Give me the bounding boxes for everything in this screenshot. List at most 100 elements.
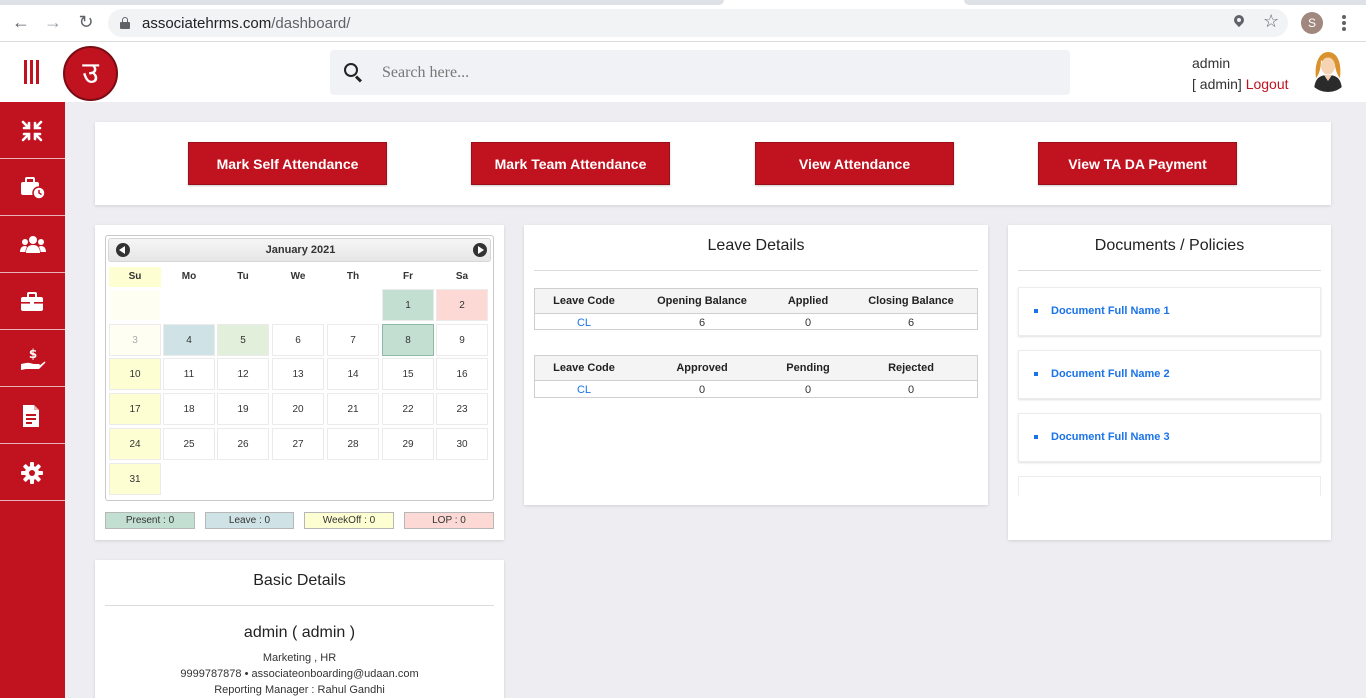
calendar-day[interactable]: 18 <box>163 393 215 425</box>
calendar-day[interactable]: 12 <box>217 358 269 390</box>
weekday-label: Fr <box>403 271 413 282</box>
document-link[interactable]: Document Full Name 3 <box>1051 431 1170 443</box>
calendar-day[interactable]: 1 <box>382 289 434 321</box>
calendar-day[interactable]: 15 <box>382 358 434 390</box>
browser-profile-avatar[interactable]: S <box>1301 12 1323 34</box>
location-pin-icon[interactable] <box>1231 12 1247 32</box>
document-link[interactable]: Document Full Name 1 <box>1051 305 1170 317</box>
sidebar-item-payroll[interactable]: $ <box>0 330 65 387</box>
calendar-day[interactable]: 22 <box>382 393 434 425</box>
mark-team-attendance-button[interactable]: Mark Team Attendance <box>471 142 670 185</box>
url-text[interactable]: associatehrms.com/dashboard/ <box>142 15 350 32</box>
reload-icon[interactable]: ↻ <box>76 12 96 32</box>
browser-menu-icon[interactable] <box>1337 14 1351 32</box>
calendar-day[interactable]: 16 <box>436 358 488 390</box>
back-arrow-icon[interactable]: ← <box>11 12 31 32</box>
calendar-day[interactable]: 19 <box>217 393 269 425</box>
calendar-day[interactable]: 25 <box>163 428 215 460</box>
calendar-day[interactable]: 4 <box>163 324 215 356</box>
sidebar-item-settings[interactable] <box>0 444 65 501</box>
leave-code-link[interactable]: CL <box>535 384 633 396</box>
calendar-day[interactable]: 26 <box>217 428 269 460</box>
leave-code-link[interactable]: CL <box>535 317 633 329</box>
calendar-day[interactable]: 17 <box>109 393 161 425</box>
basic-details-title: Basic Details <box>253 572 346 589</box>
calendar-day[interactable]: 27 <box>272 428 324 460</box>
sidebar-item-documents[interactable] <box>0 387 65 444</box>
mark-self-attendance-button[interactable]: Mark Self Attendance <box>188 142 387 185</box>
search-icon[interactable] <box>344 63 364 83</box>
menu-toggle-icon[interactable] <box>24 60 40 84</box>
calendar-day[interactable]: 20 <box>272 393 324 425</box>
leave-details-card: Leave Details Leave Code Opening Balance… <box>524 225 988 505</box>
weekday-label: We <box>290 271 306 282</box>
calendar-header: January 2021 <box>108 238 491 262</box>
column-header: Rejected <box>888 362 934 374</box>
calendar-day[interactable]: 31 <box>109 463 161 495</box>
table-cell: 0 <box>804 384 812 396</box>
sidebar-item-team[interactable] <box>0 216 65 273</box>
weekday-label: Mo <box>181 271 197 282</box>
user-name: admin <box>1192 55 1231 71</box>
bookmark-star-icon[interactable]: ☆ <box>1263 11 1279 32</box>
calendar-day[interactable]: 7 <box>327 324 379 356</box>
svg-text:$: $ <box>29 347 37 361</box>
view-ta-da-payment-button[interactable]: View TA DA Payment <box>1038 142 1237 185</box>
quick-actions-card: Mark Self Attendance Mark Team Attendanc… <box>95 122 1331 205</box>
document-link[interactable]: Document Full Name 2 <box>1051 368 1170 380</box>
app-header: उ admin [ admin] Logout <box>0 42 1366 102</box>
url-host: associatehrms.com <box>142 15 272 32</box>
briefcase-clock-icon <box>21 177 46 200</box>
documents-policies-card: Documents / Policies Document Full Name … <box>1008 225 1331 540</box>
calendar-day[interactable]: 2 <box>436 289 488 321</box>
calendar-day[interactable]: 14 <box>327 358 379 390</box>
employee-department: Marketing , HR <box>262 652 337 664</box>
search-input[interactable] <box>382 59 1042 87</box>
view-attendance-button[interactable]: View Attendance <box>755 142 954 185</box>
calendar-day[interactable]: 3 <box>109 324 161 356</box>
sidebar: $ <box>0 102 65 698</box>
address-bar[interactable]: associatehrms.com/dashboard/ ☆ <box>108 9 1288 37</box>
basic-details-card: Basic Details admin ( admin ) Marketing … <box>95 560 504 698</box>
briefcase-icon <box>21 292 43 311</box>
calendar-day[interactable]: 5 <box>217 324 269 356</box>
leave-balance-table: Leave Code Opening Balance Applied Closi… <box>534 288 978 330</box>
legend-lop: LOP : 0 <box>404 512 494 529</box>
calendar-day[interactable]: 6 <box>272 324 324 356</box>
calendar-day[interactable]: 28 <box>327 428 379 460</box>
calendar-day[interactable]: 24 <box>109 428 161 460</box>
forward-arrow-icon[interactable]: → <box>43 12 63 32</box>
logout-link[interactable]: Logout <box>1246 76 1289 92</box>
sidebar-item-dashboard[interactable] <box>0 102 65 159</box>
sidebar-item-attendance[interactable] <box>0 159 65 216</box>
calendar-day[interactable]: 9 <box>436 324 488 356</box>
calendar-month-label: January 2021 <box>265 244 336 256</box>
leave-details-title: Leave Details <box>707 237 805 254</box>
user-role: [ admin] <box>1192 76 1242 92</box>
list-item <box>1018 476 1321 496</box>
divider <box>105 605 494 606</box>
legend-leave: Leave : 0 <box>205 512 294 529</box>
weekday-label: Th <box>346 271 360 282</box>
column-header: Pending <box>786 362 830 374</box>
calendar-empty-cell <box>109 289 161 321</box>
bullet-icon <box>1034 435 1038 439</box>
users-icon <box>20 236 46 253</box>
compress-arrows-icon <box>21 120 43 142</box>
calendar-day[interactable]: 29 <box>382 428 434 460</box>
user-avatar[interactable] <box>1306 48 1350 92</box>
calendar-day[interactable]: 8 <box>382 324 434 356</box>
calendar-day[interactable]: 23 <box>436 393 488 425</box>
calendar-day[interactable]: 11 <box>163 358 215 390</box>
calendar-day[interactable]: 10 <box>109 358 161 390</box>
calendar-day[interactable]: 13 <box>272 358 324 390</box>
brand-logo[interactable]: उ <box>63 46 118 101</box>
calendar-day[interactable]: 21 <box>327 393 379 425</box>
bullet-icon <box>1034 372 1038 376</box>
document-icon <box>23 405 39 427</box>
table-cell: 6 <box>698 317 706 329</box>
weekday-label: Su <box>109 267 161 287</box>
sidebar-item-work[interactable] <box>0 273 65 330</box>
calendar-day[interactable]: 30 <box>436 428 488 460</box>
next-month-icon[interactable] <box>473 243 487 257</box>
